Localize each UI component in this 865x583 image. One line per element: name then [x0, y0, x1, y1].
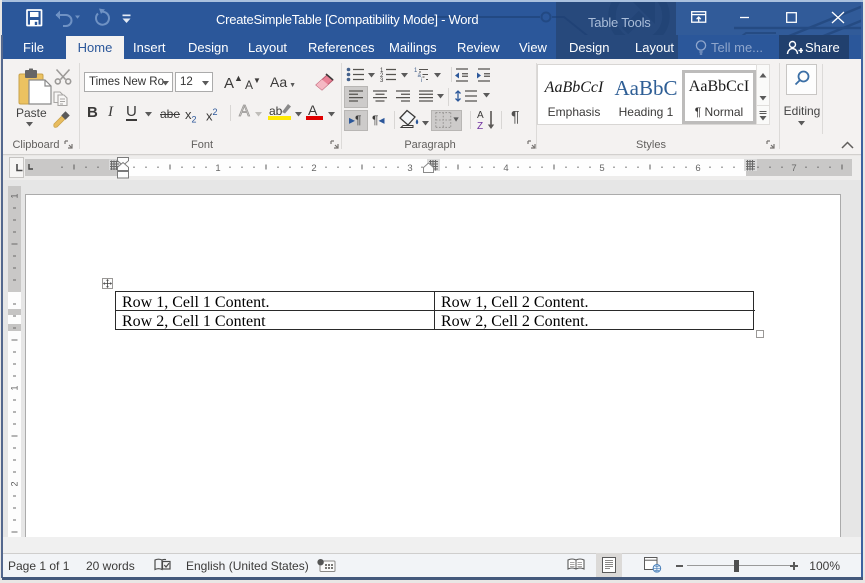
- svg-text:2: 2: [311, 163, 316, 174]
- svg-text:3: 3: [380, 78, 384, 82]
- svg-text:6: 6: [695, 163, 700, 174]
- svg-text:4: 4: [503, 163, 508, 174]
- svg-text:1: 1: [10, 193, 20, 198]
- svg-text:5: 5: [599, 163, 604, 174]
- svg-text:3: 3: [407, 163, 412, 174]
- svg-text:Z: Z: [477, 121, 483, 130]
- svg-text:2: 2: [10, 481, 20, 486]
- svg-text:A: A: [477, 110, 484, 121]
- svg-text:1: 1: [215, 163, 220, 174]
- svg-text:7: 7: [791, 163, 796, 174]
- svg-text:i: i: [421, 78, 422, 82]
- svg-text:1: 1: [10, 385, 20, 390]
